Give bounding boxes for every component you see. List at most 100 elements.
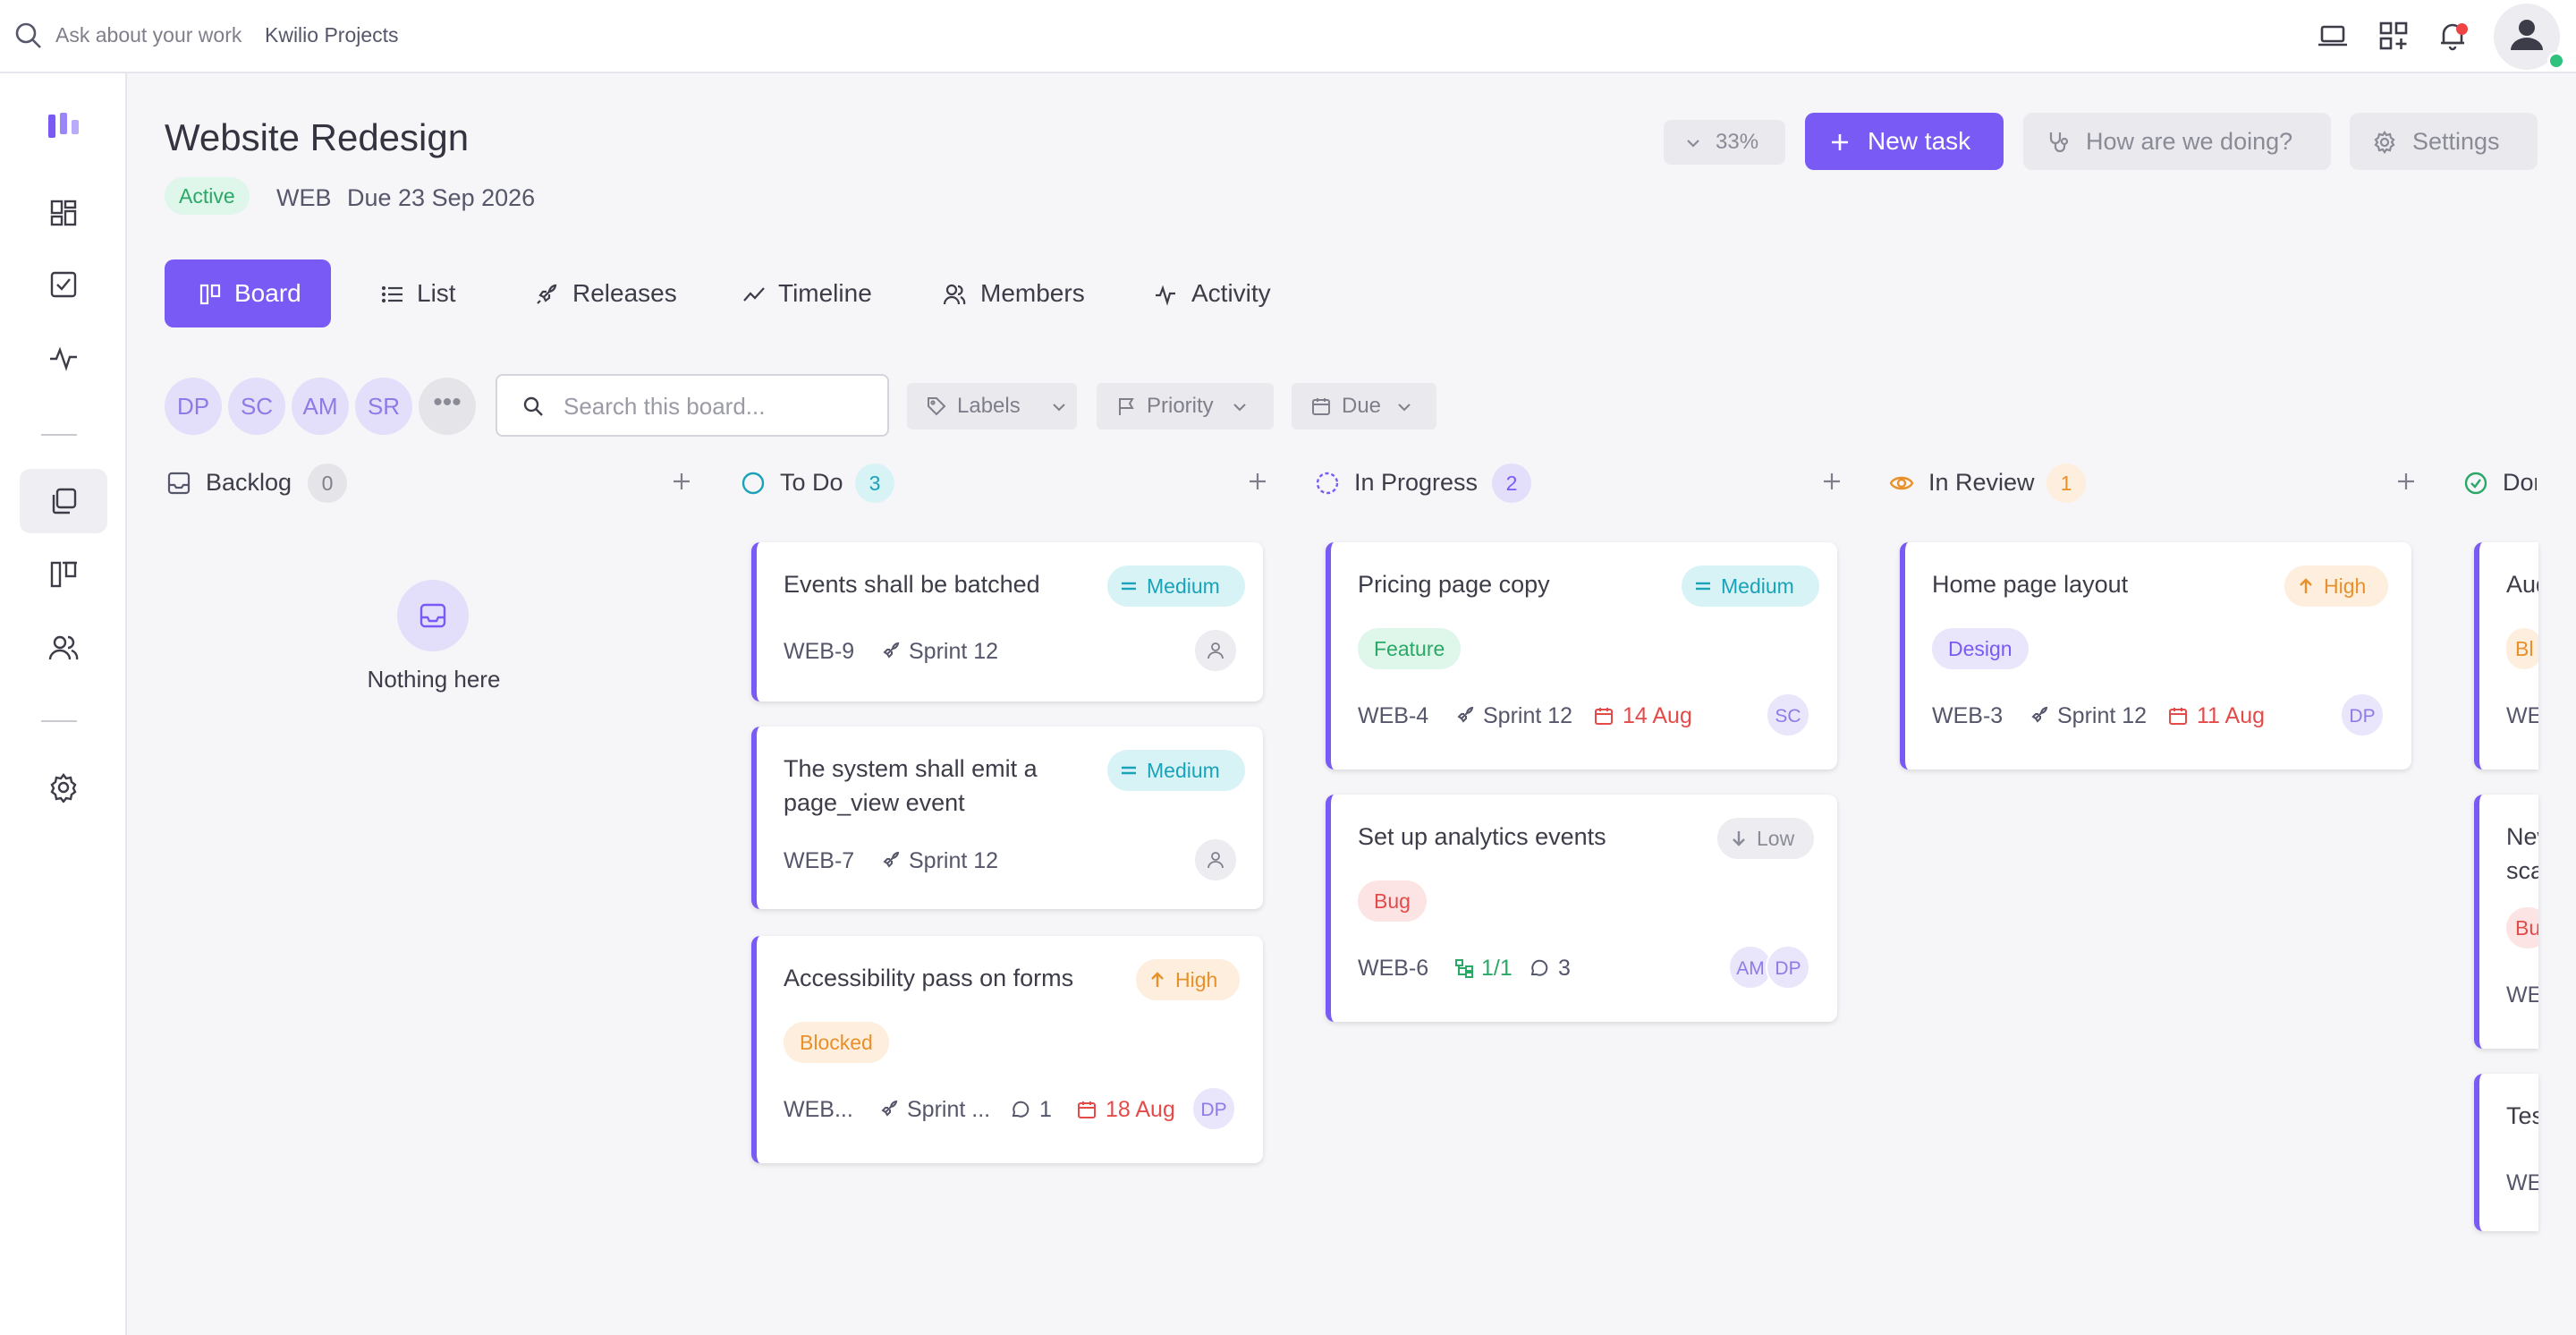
empty-state-text: Nothing here — [367, 666, 501, 693]
status-badge: Active — [165, 177, 250, 215]
task-card[interactable]: Events shall be batched Medium WEB-9 Spr… — [751, 542, 1263, 702]
search-icon — [523, 396, 543, 416]
label-badge: Design — [1932, 628, 2029, 669]
board-search-input[interactable] — [562, 387, 869, 426]
member-avatar-dp[interactable]: DP — [165, 378, 222, 435]
new-task-label: New task — [1868, 127, 1971, 155]
tab-label: Activity — [1191, 279, 1271, 307]
priority-badge: Medium — [1107, 565, 1245, 607]
label-badge: Bl — [2506, 628, 2538, 669]
project-name[interactable]: Kwilio Projects — [265, 23, 399, 47]
page-title: Website Redesign — [165, 116, 470, 158]
member-avatar-sr[interactable]: SR — [355, 378, 412, 435]
new-task-button[interactable]: New task — [1805, 113, 2004, 170]
settings-button[interactable]: Settings — [2350, 113, 2538, 170]
task-card[interactable]: Home page layout High Design WEB-3 Sprin… — [1900, 542, 2411, 770]
labels-filter[interactable]: Labels — [907, 383, 1077, 429]
tab-label: Board — [234, 279, 301, 307]
add-task-icon[interactable] — [1247, 471, 1268, 492]
assignee-avatar[interactable]: SC — [1766, 693, 1810, 737]
sidebar-item-tasks[interactable] — [20, 252, 107, 317]
projects-icon — [52, 488, 77, 514]
sidebar-divider — [41, 434, 77, 436]
settings-label: Settings — [2412, 128, 2500, 155]
task-card[interactable]: New sca Bu WEB — [2474, 795, 2538, 1049]
notification-dot — [2456, 23, 2468, 35]
rocket-icon — [883, 851, 900, 868]
task-card[interactable]: Set up analytics events Low Bug WEB-6 1/… — [1326, 795, 1837, 1022]
assignee-avatar[interactable]: DP — [1766, 945, 1810, 990]
task-card[interactable]: Accessibility pass on forms High Blocked… — [751, 936, 1263, 1163]
sidebar-item-projects[interactable] — [20, 469, 107, 533]
due-date-label: 11 Aug — [2197, 703, 2266, 728]
sidebar-item-activity[interactable] — [20, 326, 107, 390]
priority-badge: High — [1136, 959, 1240, 1000]
column-title: Backlog — [206, 469, 292, 496]
add-task-icon[interactable] — [1821, 471, 1843, 492]
calendar-icon — [1312, 398, 1330, 415]
tab-label: List — [417, 279, 456, 307]
feedback-label: How are we doing? — [2086, 128, 2293, 155]
assignee-avatar[interactable]: DP — [1191, 1086, 1236, 1131]
board-icon — [50, 561, 77, 588]
unassigned-avatar[interactable] — [1193, 838, 1238, 882]
feedback-button[interactable]: How are we doing? — [2023, 113, 2331, 170]
tab-list[interactable]: List — [379, 259, 478, 327]
sidebar-item-settings[interactable] — [20, 755, 107, 820]
due-filter[interactable]: Due — [1292, 383, 1436, 429]
sidebar-item-dashboard[interactable] — [20, 181, 107, 245]
project-key: WEB — [276, 184, 332, 211]
priority-filter[interactable]: Priority — [1097, 383, 1274, 429]
labels-filter-label: Labels — [957, 394, 1021, 418]
more-members-button[interactable]: ••• — [419, 378, 476, 435]
task-card[interactable]: Tes WEB — [2474, 1074, 2538, 1231]
tab-timeline[interactable]: Timeline — [742, 259, 886, 327]
comment-icon — [1530, 959, 1548, 976]
online-indicator — [2547, 52, 2565, 70]
assignee-avatar[interactable]: DP — [2340, 693, 2385, 737]
laptop-icon[interactable] — [2315, 18, 2351, 54]
zoom-dropdown[interactable]: 33% — [1664, 120, 1785, 165]
tab-members[interactable]: Members — [943, 259, 1095, 327]
column-title: To Do — [780, 469, 843, 496]
unassigned-avatar[interactable] — [1193, 628, 1238, 673]
tab-label: Releases — [572, 279, 677, 307]
card-title: Aud — [2506, 571, 2538, 598]
label-badge: Blocked — [784, 1022, 889, 1063]
task-card[interactable]: Pricing page copy Medium Feature WEB-4 S… — [1326, 542, 1837, 770]
card-title: Accessibility pass on forms — [784, 965, 1074, 991]
sprint-label: Sprint 12 — [909, 639, 999, 664]
user-icon — [1208, 852, 1224, 869]
add-task-icon[interactable] — [671, 471, 692, 492]
tab-releases[interactable]: Releases — [535, 259, 678, 327]
subtask-count-label: 1/1 — [1481, 956, 1513, 981]
sidebar-item-board[interactable] — [20, 542, 107, 607]
rocket-icon — [883, 642, 900, 659]
equals-icon — [1122, 766, 1136, 775]
tab-board[interactable]: Board — [165, 259, 331, 327]
sidebar-item-members[interactable] — [20, 616, 107, 680]
tab-activity[interactable]: Activity — [1154, 259, 1297, 327]
rocket-icon — [2031, 706, 2048, 723]
task-id: WEB — [2506, 982, 2538, 1008]
comment-count-label: 3 — [1558, 956, 1571, 981]
apps-add-icon[interactable] — [2376, 18, 2411, 54]
arrow-up-icon — [1151, 972, 1164, 987]
column-count: 2 — [1492, 463, 1531, 503]
add-task-icon[interactable] — [2395, 471, 2417, 492]
app-logo[interactable] — [47, 111, 80, 141]
task-card[interactable]: The system shall emit a page_view event … — [751, 727, 1263, 909]
board-search-field[interactable] — [496, 374, 889, 437]
chevron-down-icon — [1687, 140, 1699, 148]
task-card[interactable]: Aud Bl WEB — [2474, 542, 2538, 770]
search-icon[interactable] — [13, 20, 45, 52]
bell-icon[interactable] — [2435, 18, 2470, 54]
ask-input[interactable]: Ask about your work — [55, 23, 242, 47]
priority-label: Low — [1757, 827, 1795, 850]
sprint-label: Sprint 12 — [909, 848, 999, 873]
member-avatar-am[interactable]: AM — [292, 378, 349, 435]
member-avatar-sc[interactable]: SC — [228, 378, 285, 435]
task-id: WEB-9 — [784, 639, 855, 664]
user-icon — [1208, 642, 1224, 659]
card-title: New sca — [2506, 823, 2538, 884]
